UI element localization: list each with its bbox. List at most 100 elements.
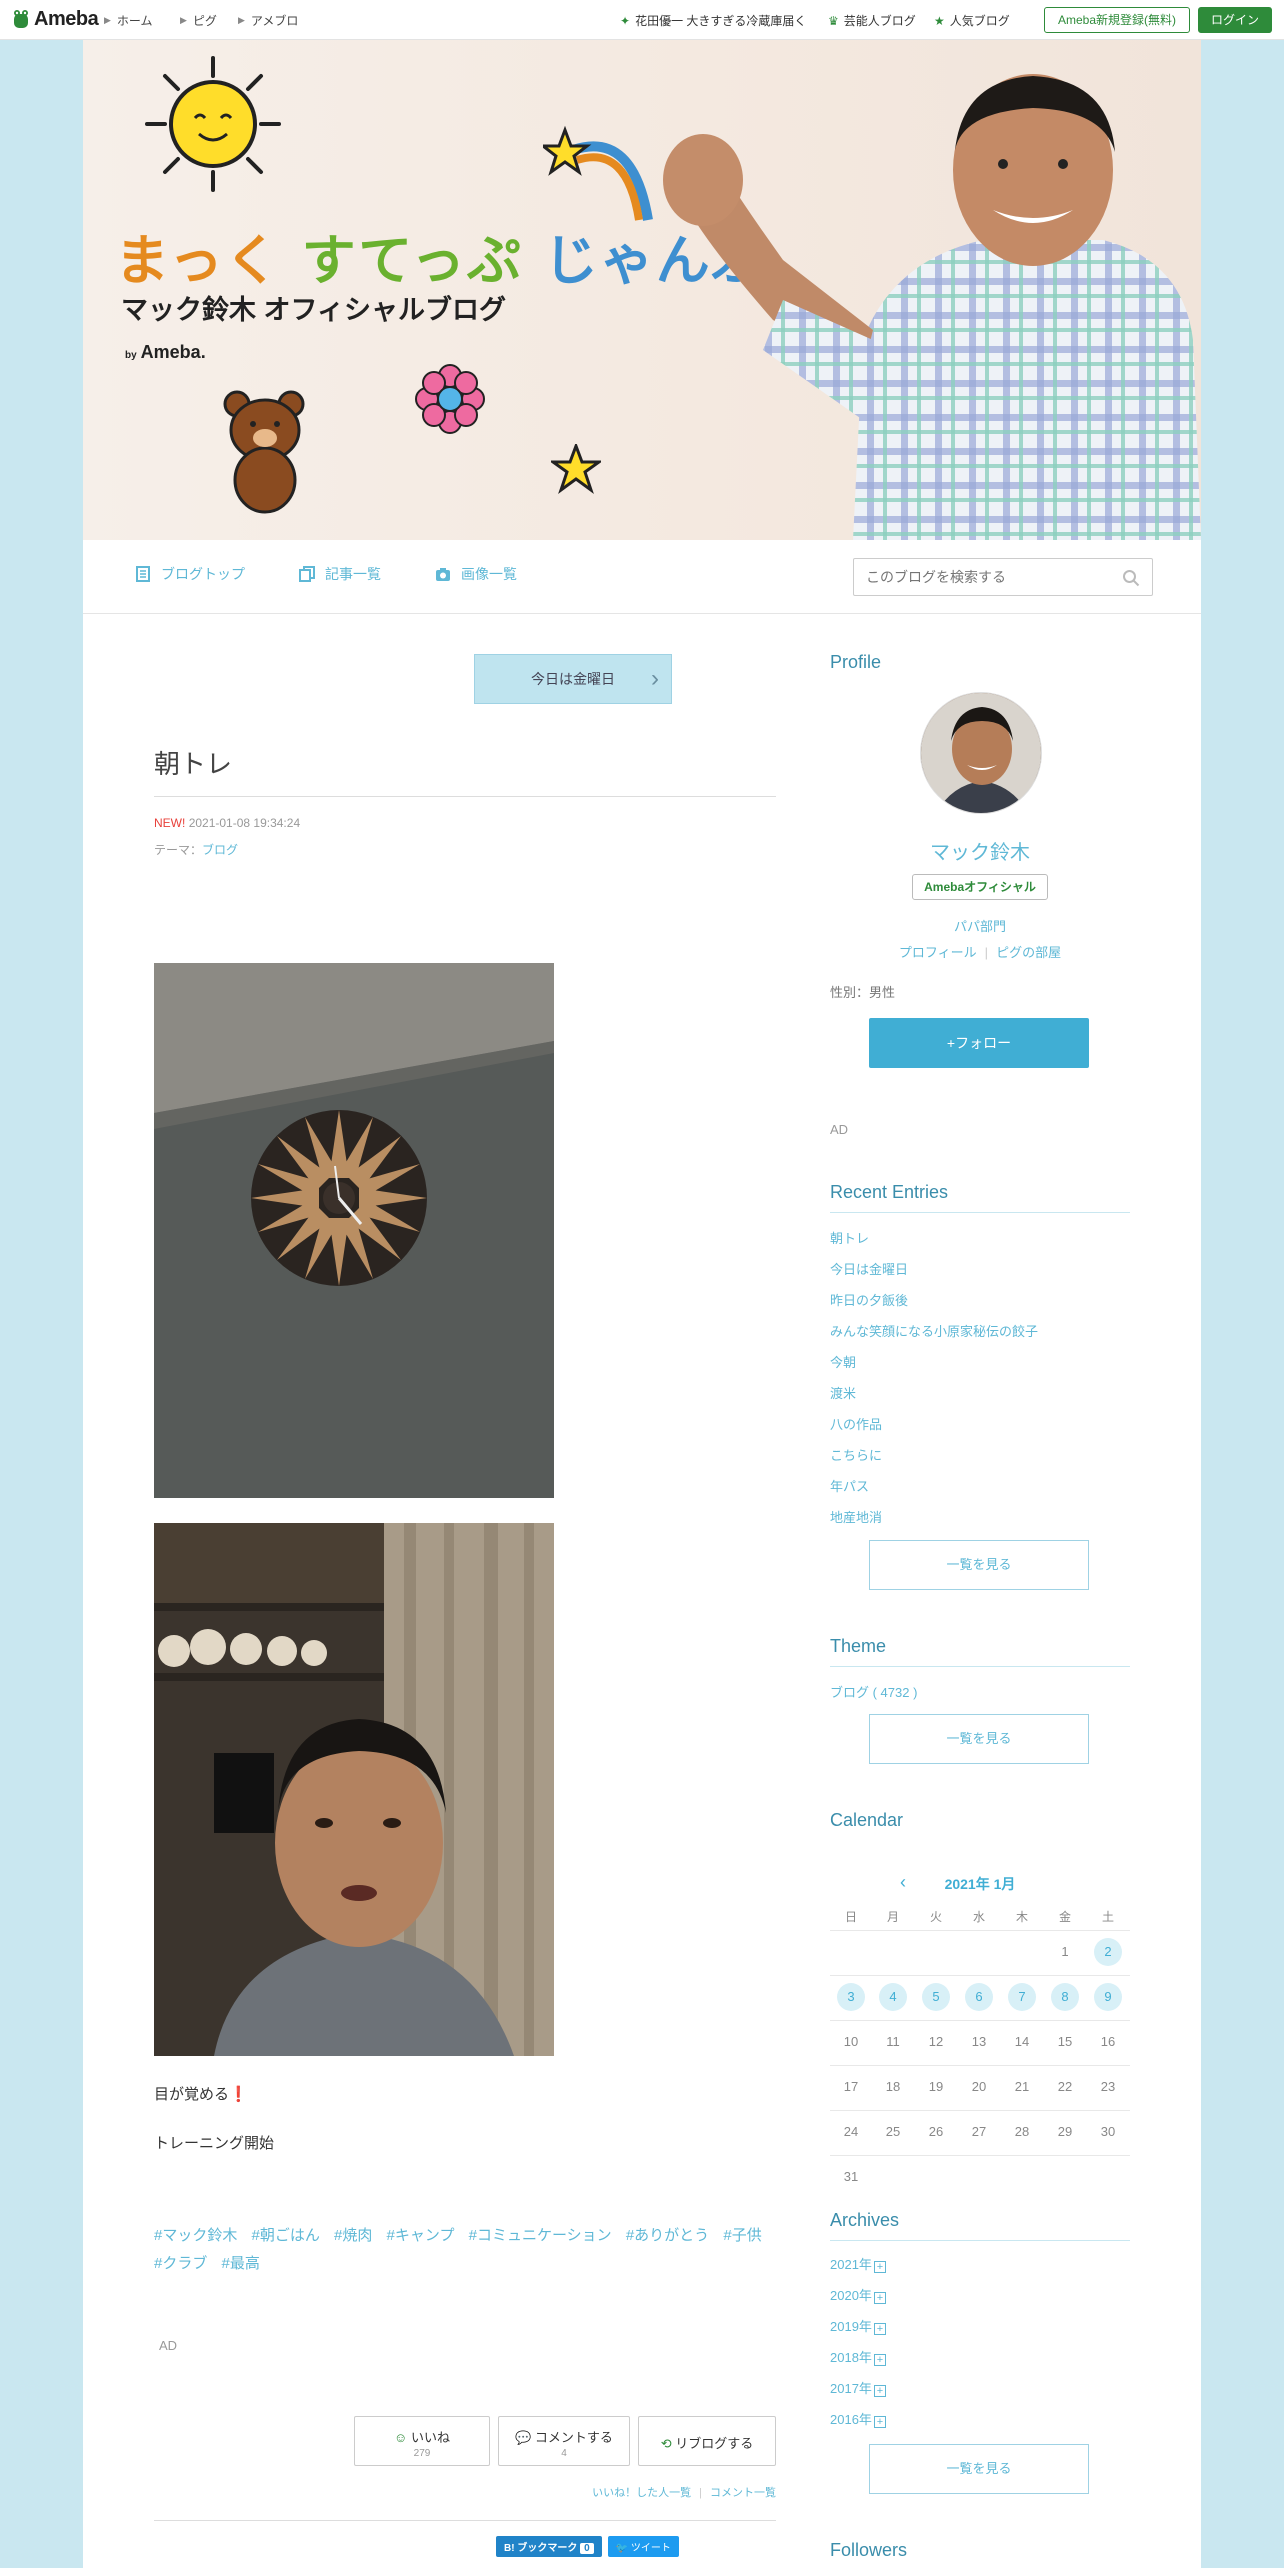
ameba-logo[interactable]: Ameba [12, 8, 99, 31]
hashtag-link[interactable]: #マック鈴木 [154, 2227, 237, 2244]
login-button[interactable]: ログイン [1198, 7, 1272, 33]
hashtag-link[interactable]: #ありがとう [626, 2227, 709, 2244]
calendar-day[interactable]: 9 [1094, 1983, 1122, 2011]
hashtag-link[interactable]: #朝ごはん [252, 2227, 320, 2244]
entry-image-selfie[interactable] [154, 1523, 554, 2056]
recent-entry-link[interactable]: こちらに [830, 1445, 882, 1464]
banner-title-part1: まっく [115, 229, 281, 292]
calendar-month: 2021年 1月 [944, 1876, 1016, 1892]
archive-year-link[interactable]: 2016年 + [830, 2409, 886, 2428]
nav-home[interactable]: ▶ ホーム [104, 12, 153, 29]
hashtag-link[interactable]: #コミュニケーション [469, 2227, 612, 2244]
recent-entry-link[interactable]: 今日は金曜日 [830, 1259, 908, 1278]
recent-entry-link[interactable]: 朝トレ [830, 1228, 869, 1247]
tweet-button[interactable]: 🐦 ツイート [607, 2536, 679, 2557]
reaction-links: いいね！した人一覧 | コメント一覧 [592, 2484, 776, 2500]
liked-users-link[interactable]: いいね！した人一覧 [592, 2487, 691, 2499]
archive-year-link[interactable]: 2018年 + [830, 2347, 886, 2366]
recent-entry-link[interactable]: 今朝 [830, 1352, 856, 1371]
entry-body-line1: 目が覚める❗ [154, 2083, 248, 2104]
calendar-day[interactable]: 5 [922, 1983, 950, 2011]
prev-entry-button[interactable]: 今日は金曜日 › [474, 654, 672, 704]
comment-list-link[interactable]: コメント一覧 [710, 2487, 776, 2499]
archives-more-button[interactable]: 一覧を見る [869, 2444, 1089, 2494]
nav-pig[interactable]: ▶ ピグ [180, 12, 217, 29]
recent-entry-link[interactable]: 渡米 [830, 1383, 856, 1402]
tweet-label: ツイート [630, 2543, 671, 2554]
expand-plus-icon[interactable]: + [873, 2323, 886, 2335]
hashtag-link[interactable]: #クラブ [154, 2255, 207, 2272]
calendar-day: 10 [843, 2034, 859, 2049]
ameba-frog-icon [14, 9, 28, 28]
calendar-day[interactable]: 6 [965, 1983, 993, 2011]
new-badge: NEW! [154, 816, 186, 830]
calendar-day: 1 [1061, 1944, 1069, 1959]
body-text-1: 目が覚める [154, 2086, 230, 2103]
reblog-button[interactable]: ⟲ リブログする [638, 2416, 776, 2466]
blog-header-banner[interactable]: まっく すてっぷ じゃんぷ マック鈴木 オフィシャルブログ by Ameba. [83, 40, 1201, 540]
recent-entry-link[interactable]: 地産地消 [830, 1507, 882, 1526]
archive-year-link[interactable]: 2019年 + [830, 2316, 886, 2335]
archive-year-link[interactable]: 2020年 + [830, 2285, 886, 2304]
nav-ameblo[interactable]: ▶ アメブロ [238, 12, 298, 29]
archive-year-link[interactable]: 2021年 + [830, 2254, 886, 2273]
popular-blog-link[interactable]: ★ 人気ブログ [934, 12, 1010, 29]
register-button[interactable]: Ameba新規登録(無料) [1044, 7, 1190, 33]
calendar-day[interactable]: 4 [879, 1983, 907, 2011]
recent-more-button[interactable]: 一覧を見る [869, 1540, 1089, 1590]
theme-link[interactable]: ブログ [202, 843, 238, 857]
recent-entry-link[interactable]: みんな笑顔になる小原家秘伝の餃子 [830, 1321, 1038, 1340]
nav-image-list[interactable]: 画像一覧 [435, 564, 517, 584]
theme-link[interactable]: ブログ ( 4732 ) [830, 1682, 917, 1701]
recent-entry-link[interactable]: 年パス [830, 1476, 869, 1495]
ameba-logo-text: Ameba [34, 8, 99, 30]
author-photo [663, 74, 1201, 540]
hashtag-link[interactable]: #焼肉 [334, 2227, 372, 2244]
entry-title[interactable]: 朝トレ [154, 744, 232, 781]
calendar-day: 26 [928, 2124, 944, 2139]
calendar-day: 13 [971, 2034, 987, 2049]
hashtag-link[interactable]: #キャンプ [387, 2227, 455, 2244]
expand-plus-icon[interactable]: + [873, 2416, 886, 2428]
profile-name[interactable]: マック鈴木 [830, 836, 1130, 865]
entry-datetime: 2021-01-08 19:34:24 [188, 816, 301, 830]
pig-room-link[interactable]: ピグの部屋 [996, 945, 1061, 960]
profile-gender: 性別：男性 [830, 985, 896, 1000]
archive-year-link[interactable]: 2017年 + [830, 2378, 886, 2397]
recent-entry-link[interactable]: 昨日の夕飯後 [830, 1290, 908, 1309]
topic-link-label: 花田優一 大きすぎる冷蔵庫届く [635, 14, 807, 28]
follow-button[interactable]: +フォロー [869, 1018, 1089, 1068]
calendar-weekday: 土 [1101, 1910, 1114, 1924]
calendar-day[interactable]: 3 [837, 1983, 865, 2011]
hashtag-link[interactable]: #子供 [723, 2227, 761, 2244]
expand-plus-icon[interactable]: + [873, 2354, 886, 2366]
calendar-day[interactable]: 2 [1094, 1938, 1122, 1966]
blog-search[interactable] [853, 558, 1153, 596]
hatena-bookmark-button[interactable]: B! ブックマーク 0 [496, 2536, 602, 2557]
calendar-day: 22 [1057, 2079, 1073, 2094]
profile-category[interactable]: パパ部門 [830, 916, 1130, 935]
entry-image-clock[interactable] [154, 963, 554, 1498]
search-input[interactable] [854, 559, 1104, 595]
calendar-row-divider [830, 2065, 1130, 2066]
calendar-day[interactable]: 7 [1008, 1983, 1036, 2011]
theme-more-button[interactable]: 一覧を見る [869, 1714, 1089, 1764]
expand-plus-icon[interactable]: + [873, 2292, 886, 2304]
search-icon[interactable] [1122, 569, 1140, 587]
hashtag-link[interactable]: #最高 [222, 2255, 260, 2272]
celebrity-blog-link[interactable]: ♛ 芸能人ブログ [828, 12, 916, 29]
expand-plus-icon[interactable]: + [873, 2261, 886, 2273]
separator: | [984, 945, 989, 960]
star-icon [551, 444, 601, 494]
topic-link[interactable]: ✦ 花田優一 大きすぎる冷蔵庫届く [620, 12, 806, 29]
bear-icon [223, 390, 305, 514]
nav-blog-top[interactable]: ブログトップ [135, 564, 245, 584]
like-button[interactable]: ☺ いいね 279 [354, 2416, 490, 2466]
profile-link[interactable]: プロフィール [899, 945, 977, 960]
comment-button[interactable]: 💬 コメントする 4 [498, 2416, 630, 2466]
calendar-day[interactable]: 8 [1051, 1983, 1079, 2011]
recent-entry-link[interactable]: 八の作品 [830, 1414, 882, 1433]
avatar[interactable] [920, 692, 1042, 814]
expand-plus-icon[interactable]: + [873, 2385, 886, 2397]
nav-entry-list[interactable]: 記事一覧 [299, 564, 381, 584]
